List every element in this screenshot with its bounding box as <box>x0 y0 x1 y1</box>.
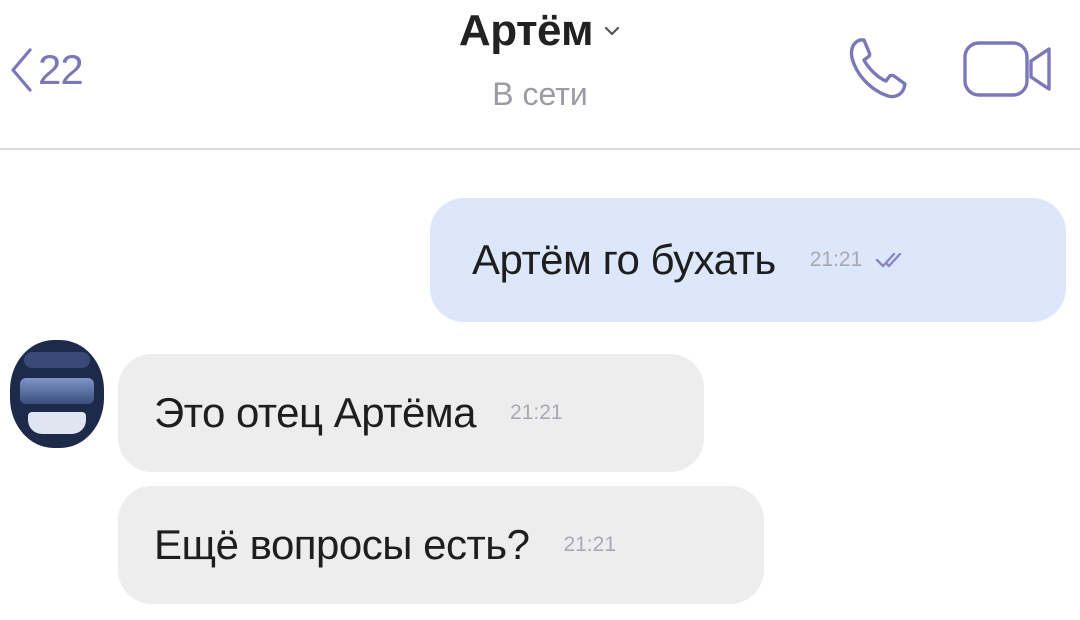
phone-icon <box>849 38 907 99</box>
contact-info: Артём В сети <box>0 6 1080 113</box>
incoming-message[interactable]: Это отец Артёма 21:21 <box>118 354 704 472</box>
message-text: Это отец Артёма <box>154 389 477 436</box>
contact-name: Артём <box>458 6 594 55</box>
message-time: 21:21 <box>510 401 563 424</box>
chat-header: 22 Артём В сети <box>0 0 1080 150</box>
message-text: Ещё вопросы есть? <box>154 521 530 568</box>
contact-avatar[interactable] <box>10 340 104 448</box>
chat-screen: 22 Артём В сети Артём го бухать 21:21 Эт… <box>0 0 1080 620</box>
chevron-down-icon <box>604 26 620 36</box>
message-time: 21:21 <box>809 248 863 271</box>
video-call-button[interactable] <box>955 28 1065 108</box>
double-check-icon <box>874 251 908 269</box>
message-text: Артём го бухать <box>472 236 776 283</box>
contact-name-button[interactable]: Артём <box>459 6 621 56</box>
video-camera-icon <box>963 41 1051 97</box>
incoming-message[interactable]: Ещё вопросы есть? 21:21 <box>118 486 764 604</box>
outgoing-message[interactable]: Артём го бухать 21:21 <box>430 198 1066 322</box>
call-button[interactable] <box>838 28 918 108</box>
message-time: 21:21 <box>563 533 617 556</box>
contact-status: В сети <box>492 76 588 112</box>
